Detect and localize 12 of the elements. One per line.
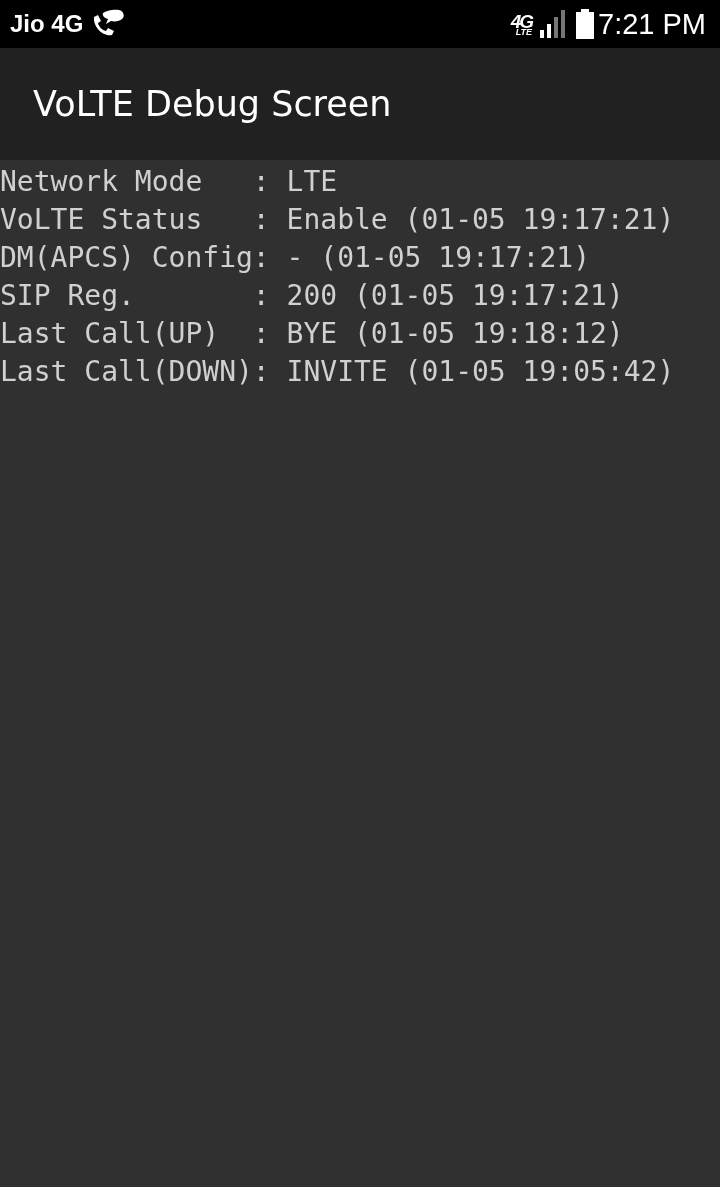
signal-icon — [540, 10, 568, 38]
network-type-icon: 4G LTE — [510, 11, 532, 37]
carrier-name: Jio 4G — [10, 10, 84, 38]
debug-line: Last Call(UP) : BYE (01-05 19:18:12) — [0, 316, 625, 352]
debug-line: Network Mode : LTE — [0, 164, 339, 200]
screen-title: VoLTE Debug Screen — [33, 84, 392, 124]
clock-time: 7:21 PM — [598, 7, 706, 41]
debug-line: VoLTE Status : Enable (01-05 19:17:21) — [0, 202, 676, 238]
battery-icon — [576, 9, 594, 39]
debug-line: Last Call(DOWN): INVITE (01-05 19:05:42) — [0, 354, 676, 390]
debug-line: SIP Reg. : 200 (01-05 19:17:21) — [0, 278, 625, 314]
debug-line: DM(APCS) Config: - (01-05 19:17:21) — [0, 240, 591, 276]
